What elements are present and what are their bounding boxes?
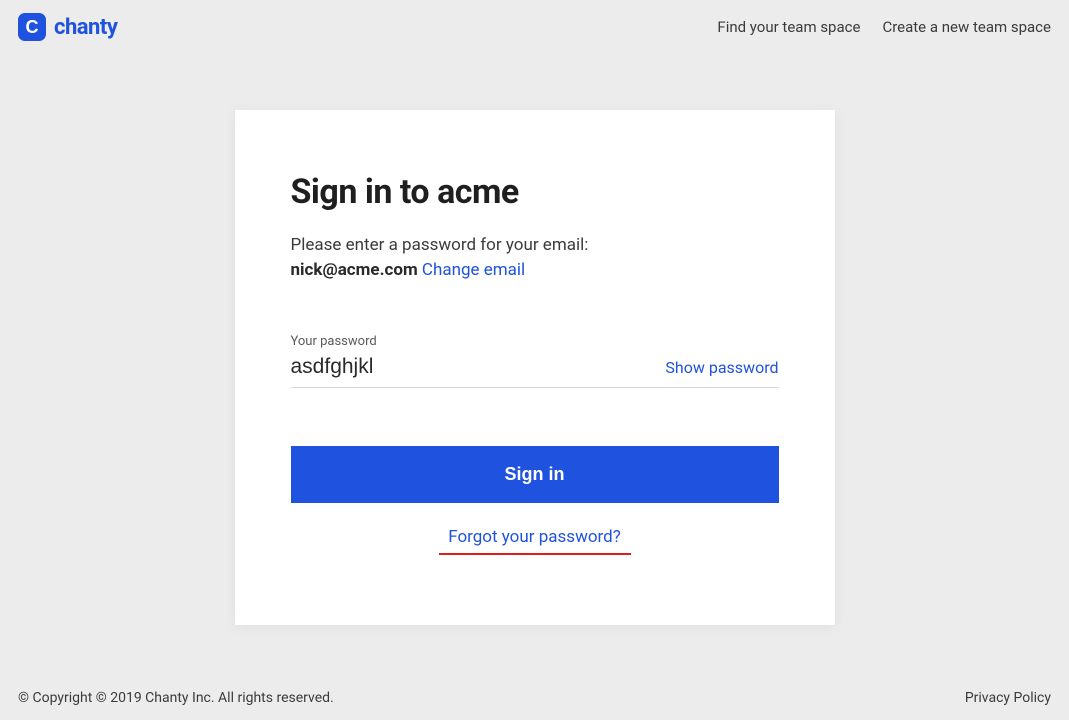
forgot-password-wrap: Forgot your password? <box>291 527 779 555</box>
brand-name: chanty <box>54 15 117 40</box>
top-bar: C chanty Find your team space Create a n… <box>0 0 1069 44</box>
show-password-toggle[interactable]: Show password <box>653 358 778 377</box>
brand-logo[interactable]: C chanty <box>18 13 117 41</box>
signin-card: Sign in to acme Please enter a password … <box>235 110 835 625</box>
password-input[interactable] <box>291 353 654 381</box>
signin-button[interactable]: Sign in <box>291 446 779 503</box>
footer: © Copyright © 2019 Chanty Inc. All right… <box>0 676 1069 720</box>
create-team-link[interactable]: Create a new team space <box>882 18 1051 36</box>
change-email-link[interactable]: Change email <box>422 260 525 280</box>
brand-logo-icon: C <box>18 13 46 41</box>
password-row: Show password <box>291 353 779 388</box>
email-line: nick@acme.com Change email <box>291 260 779 280</box>
email-value: nick@acme.com <box>291 260 418 280</box>
privacy-policy-link[interactable]: Privacy Policy <box>965 690 1051 706</box>
password-label: Your password <box>291 334 779 349</box>
forgot-password-link[interactable]: Forgot your password? <box>448 527 621 551</box>
top-nav: Find your team space Create a new team s… <box>717 18 1051 36</box>
instruction-text: Please enter a password for your email: <box>291 232 779 258</box>
annotation-underline-icon <box>439 553 631 555</box>
find-team-link[interactable]: Find your team space <box>717 18 860 36</box>
password-field-wrap: Your password Show password <box>291 334 779 388</box>
page-title: Sign in to acme <box>291 172 779 212</box>
copyright-text: © Copyright © 2019 Chanty Inc. All right… <box>18 690 334 706</box>
brand-logo-letter: C <box>26 18 39 36</box>
